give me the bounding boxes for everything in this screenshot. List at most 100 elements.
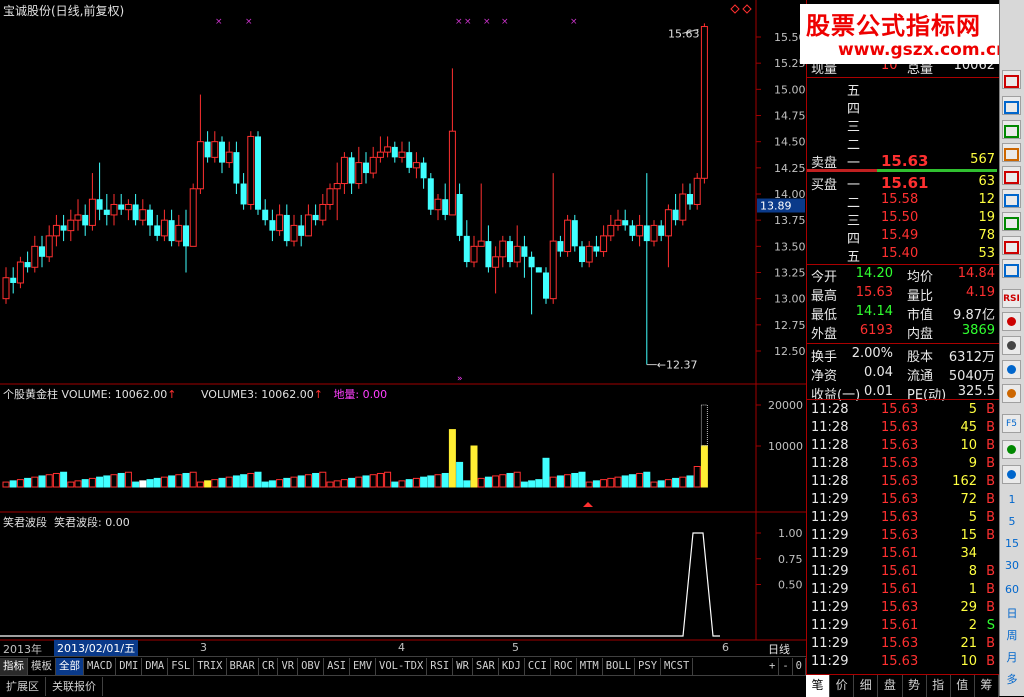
candle-body [355, 162, 363, 185]
indicator-tab-psy[interactable]: PSY [635, 658, 662, 675]
toolbar-f5[interactable]: F5 [1002, 414, 1021, 433]
candle-body [255, 136, 261, 210]
indicator-tab-emv[interactable]: EMV [350, 658, 377, 675]
candle-body [298, 225, 305, 236]
toolbar-zoom-icon[interactable] [1002, 360, 1021, 379]
toolbar-5[interactable]: 5 [1002, 515, 1022, 528]
reset-button[interactable]: 0 [793, 658, 806, 675]
toolbar-export-icon[interactable] [1002, 465, 1021, 484]
stat-value: 2.00% [851, 346, 893, 361]
candle-body [420, 162, 427, 179]
indicator-tab-vr[interactable]: VR [278, 658, 299, 675]
toolbar-30[interactable]: 30 [1002, 559, 1022, 572]
candle-body [442, 199, 449, 215]
tick-volume: 1 [968, 582, 977, 597]
candle-body [340, 156, 348, 185]
stat-row: 最高 15.63 量比 4.19 [809, 285, 997, 304]
quote-tab-1[interactable]: 价 [830, 675, 855, 697]
quote-tab-2[interactable]: 细 [854, 675, 879, 697]
quote-tab-5[interactable]: 指 [927, 675, 951, 697]
indicator-tab-mtm[interactable]: MTM [577, 658, 603, 675]
tick-volume: 34 [960, 546, 977, 561]
toolbar-月[interactable]: 月 [1002, 649, 1022, 665]
tick-row: 11:28 15.63 45 B [809, 420, 997, 438]
indicator-tab-全部[interactable]: 全部 [56, 658, 84, 675]
indicator-tab-cci[interactable]: CCI [525, 658, 551, 675]
volume-bar [643, 471, 651, 488]
indicator-tab-cr[interactable]: CR [259, 658, 279, 675]
indicator-tab-roc[interactable]: ROC [551, 658, 577, 675]
toolbar-bars-icon[interactable] [1002, 236, 1021, 255]
tick-row: 11:28 15.63 5 B [809, 402, 997, 420]
toolbar-60[interactable]: 60 [1002, 583, 1022, 596]
cycle-label[interactable]: 日线 [768, 641, 790, 657]
tick-time: 11:29 [811, 600, 849, 615]
volume-bar [592, 480, 600, 488]
zoom-out-button[interactable]: - [779, 658, 793, 675]
toolbar-pen-icon[interactable] [1002, 384, 1021, 403]
indicator-tab-kdj[interactable]: KDJ [499, 658, 525, 675]
indicator-tab-asi[interactable]: ASI [324, 658, 351, 675]
toolbar-refresh-icon[interactable] [1002, 440, 1021, 459]
ask-row: 卖盘一 15.63 567 [809, 152, 997, 171]
indicator-tab-obv[interactable]: OBV [298, 658, 325, 675]
toolbar-wave-icon[interactable] [1002, 259, 1021, 278]
indicator-tab-dma[interactable]: DMA [142, 658, 169, 675]
candle-body [600, 235, 608, 253]
stat-value: 15.63 [855, 285, 893, 300]
price-tick-label: 13.50 [774, 240, 806, 253]
indicator-tab-指标[interactable]: 指标 [0, 658, 28, 675]
volume-bar [132, 481, 140, 488]
toolbar-日[interactable]: 日 [1002, 605, 1022, 621]
toolbar-kline-icon[interactable] [1002, 96, 1021, 115]
indicator-tab-rsi[interactable]: RSI [427, 658, 454, 675]
zoom-in-button[interactable]: + [766, 658, 780, 675]
toolbar-move-icon[interactable] [1002, 336, 1021, 355]
tick-price: 15.63 [881, 492, 919, 507]
quote-tab-3[interactable]: 盘 [878, 675, 903, 697]
candle-body [700, 26, 708, 179]
toolbar-list-icon[interactable] [1002, 143, 1021, 162]
indicator-tab-sar[interactable]: SAR [473, 658, 499, 675]
toolbar-f10-icon[interactable] [1002, 212, 1021, 231]
ext-tab-related-quote[interactable]: 关联报价 [46, 677, 103, 696]
toolbar-周[interactable]: 周 [1002, 627, 1022, 643]
quote-tab-0[interactable]: 笔 [806, 675, 831, 697]
quote-tab-4[interactable]: 势 [903, 675, 927, 697]
indicator-tab-mcst[interactable]: MCST [661, 658, 694, 675]
tick-flag: B [986, 474, 995, 489]
indicator-tab-vol-tdx[interactable]: VOL-TDX [376, 658, 428, 675]
quote-tab-7[interactable]: 筹 [975, 675, 999, 697]
indicator-tab-wr[interactable]: WR [453, 658, 473, 675]
volume-bar [211, 479, 219, 488]
toolbar-lock-icon[interactable] [1002, 312, 1021, 331]
toolbar-fib-icon[interactable] [1002, 120, 1021, 139]
indicator-tab-模板[interactable]: 模板 [28, 658, 56, 675]
toolbar-1[interactable]: 1 [1002, 493, 1022, 506]
indicator-tab-fsl[interactable]: FSL [168, 658, 195, 675]
ask-level-label: 三 [847, 120, 861, 135]
toolbar-grid-icon[interactable] [1002, 189, 1021, 208]
window-title: 宝诚股份(日线,前复权) [3, 4, 125, 18]
indicator-tab-dmi[interactable]: DMI [116, 658, 143, 675]
toolbar-chart-icon[interactable] [1002, 70, 1021, 89]
toolbar-15[interactable]: 15 [1002, 537, 1022, 550]
volume-bar [312, 472, 320, 488]
toolbar-多[interactable]: 多 [1002, 671, 1022, 687]
candle-body [456, 194, 463, 236]
ext-tab-extension[interactable]: 扩展区 [0, 677, 46, 696]
indicator-tab-boll[interactable]: BOLL [603, 658, 636, 675]
tick-price: 15.63 [881, 456, 919, 471]
volume-bar [686, 475, 694, 488]
quote-tab-6[interactable]: 值 [951, 675, 975, 697]
indicator-tab-brar[interactable]: BRAR [227, 658, 259, 675]
tick-row: 11:29 15.63 21 B [809, 636, 997, 654]
chart-area[interactable]: 15.5015.2515.0014.7514.5014.2514.0013.75… [0, 0, 806, 656]
toolbar-rsi[interactable]: RSI [1002, 289, 1021, 308]
tick-volume: 21 [960, 636, 977, 651]
stat-label: 净资 [811, 369, 838, 384]
toolbar-table-icon[interactable] [1002, 166, 1021, 185]
bid-level-label: 一 [847, 178, 861, 193]
indicator-tab-macd[interactable]: MACD [84, 658, 117, 675]
indicator-tab-trix[interactable]: TRIX [194, 658, 227, 675]
